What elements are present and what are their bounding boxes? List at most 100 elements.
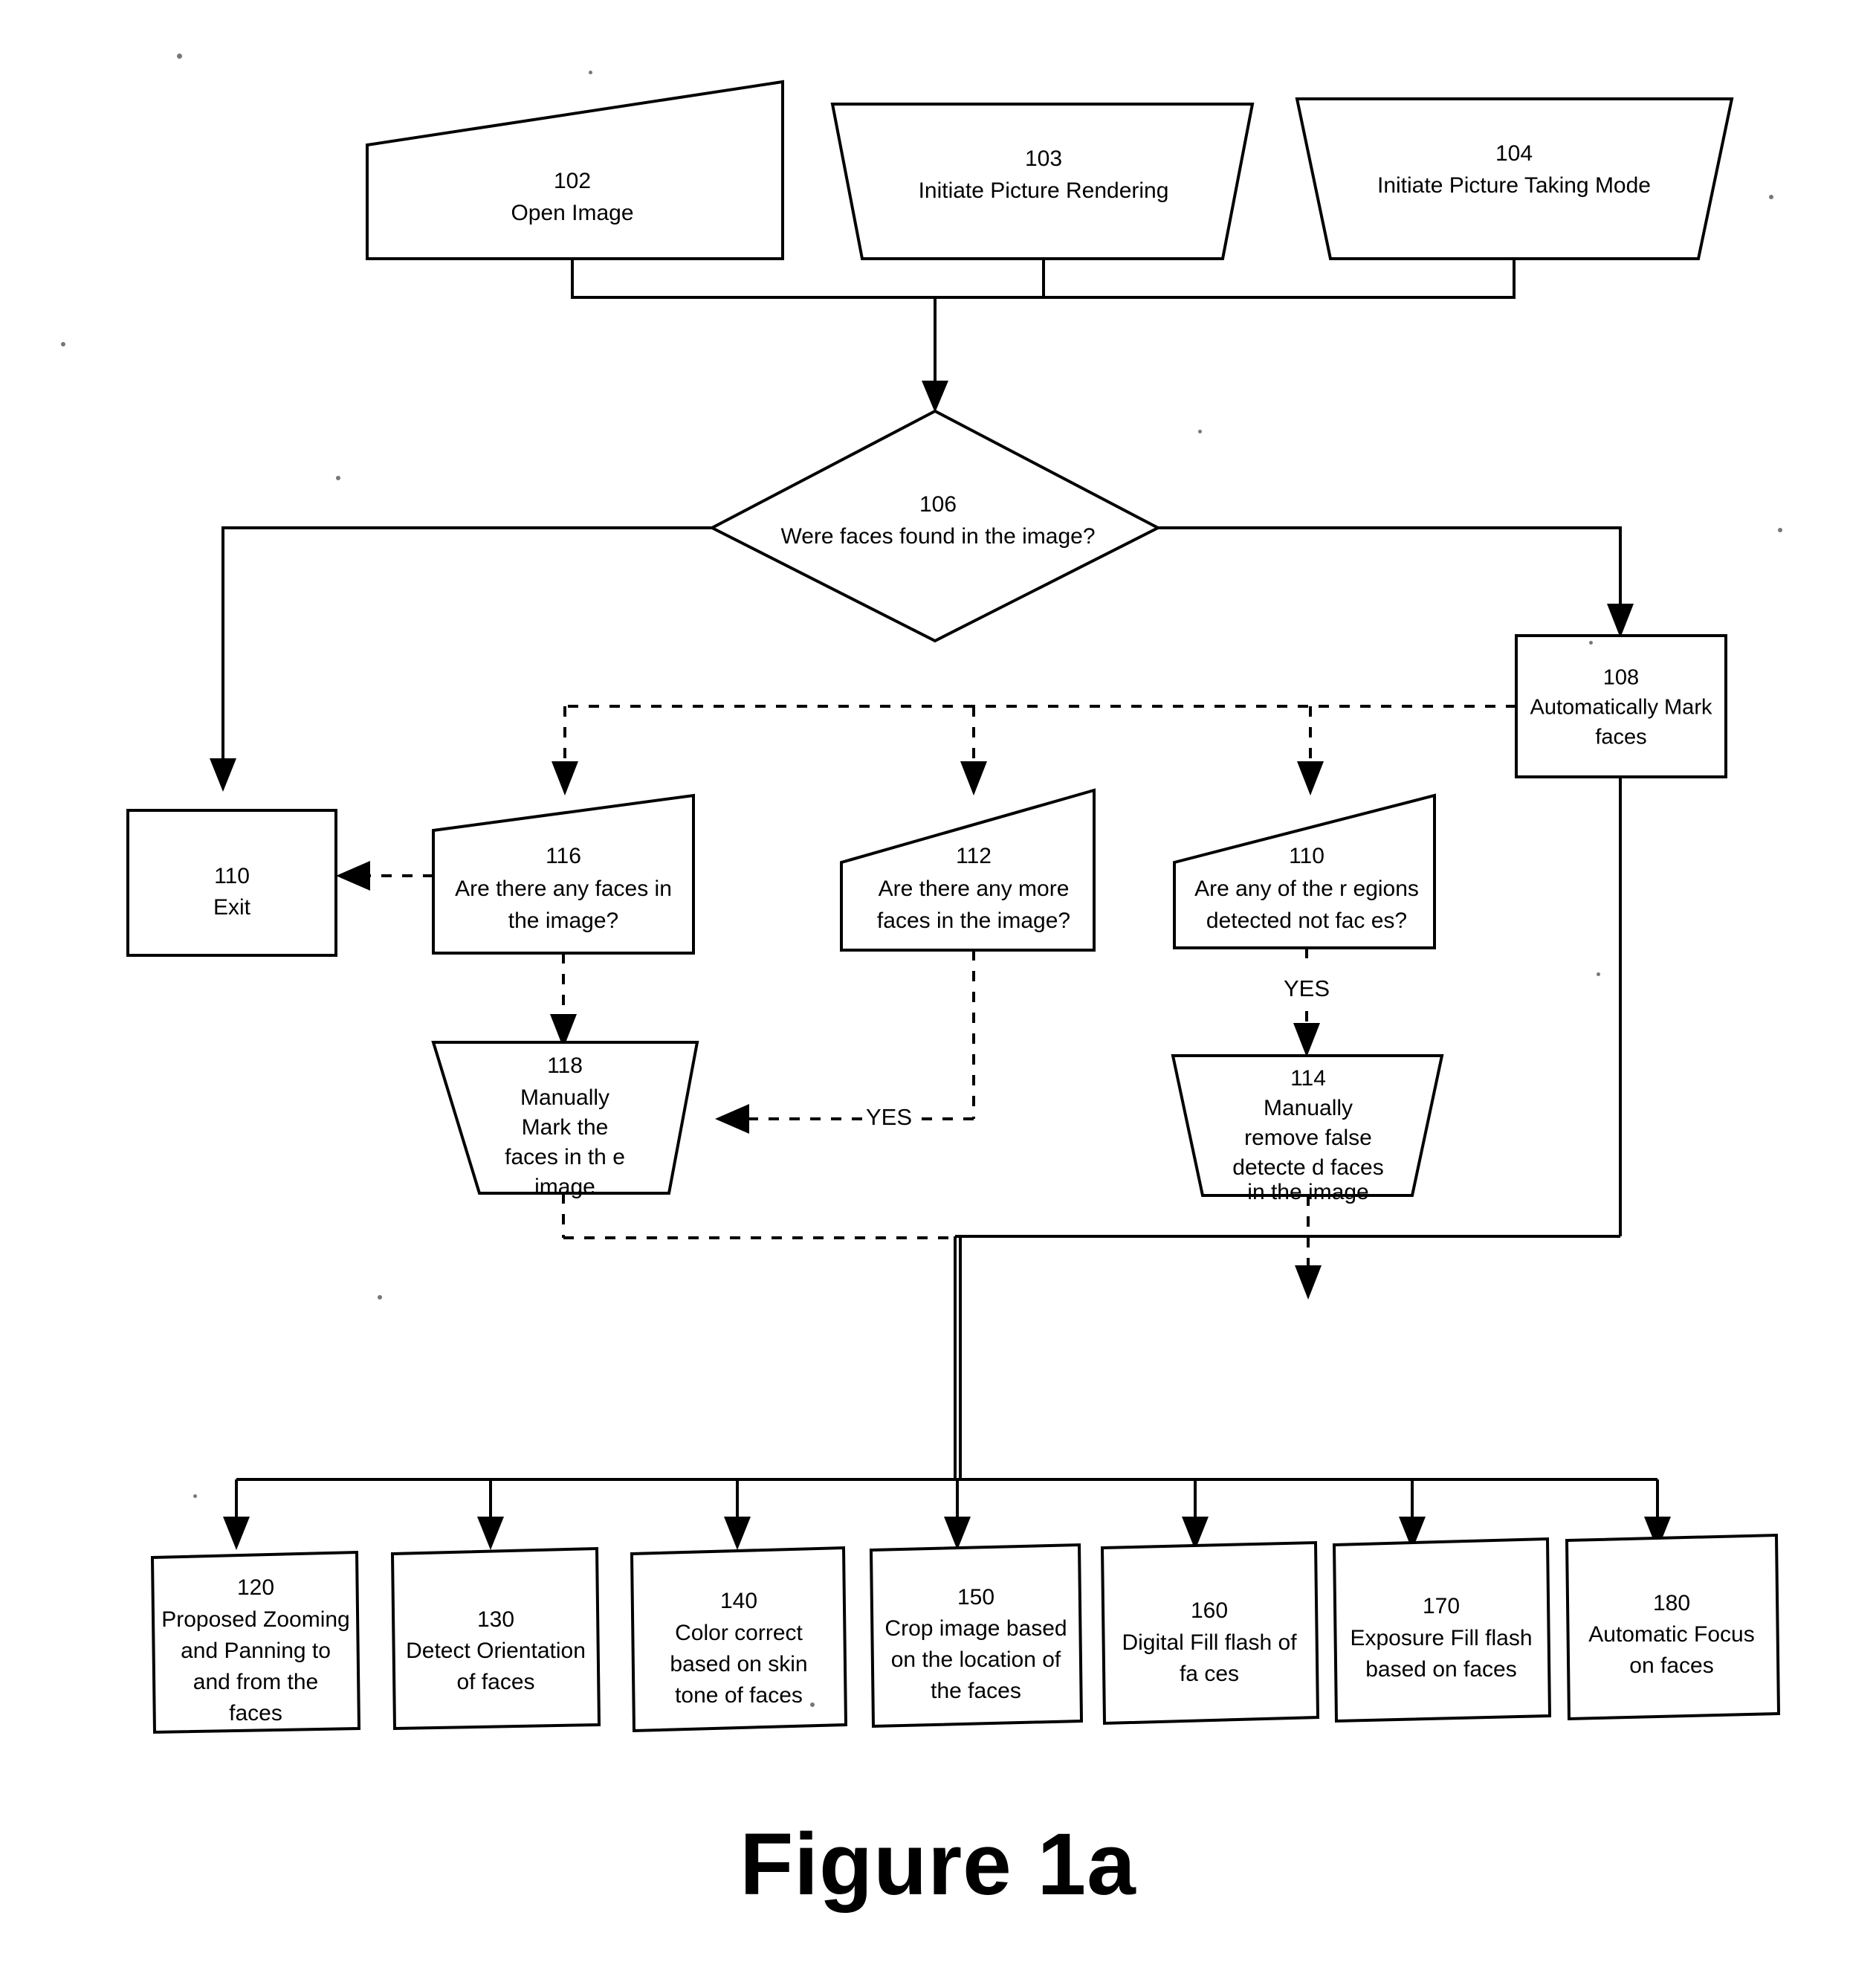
node-140-label-3: tone of faces xyxy=(675,1683,803,1708)
node-140-id: 140 xyxy=(720,1589,757,1613)
node-150-label-2: on the location of xyxy=(891,1647,1061,1672)
node-140-label-2: based on skin xyxy=(670,1652,807,1676)
node-160-label-2: fa ces xyxy=(1180,1662,1239,1686)
node-130-label-2: of faces xyxy=(456,1670,534,1694)
arrowhead-to-130 xyxy=(477,1517,504,1550)
node-150[interactable]: 150 Crop image based on the location of … xyxy=(869,1543,1084,1728)
node-118[interactable]: 118 Manually Mark the faces in th e imag… xyxy=(431,1041,699,1199)
node-114[interactable]: 114 Manually remove false detecte d face… xyxy=(1171,1054,1444,1204)
node-160-label-1: Digital Fill flash of xyxy=(1122,1630,1297,1655)
node-116-id: 116 xyxy=(546,844,581,868)
node-118-id: 118 xyxy=(547,1053,583,1078)
arrowhead-to-120 xyxy=(223,1517,250,1550)
node-102-id: 102 xyxy=(554,169,591,193)
node-170-id: 170 xyxy=(1423,1594,1460,1618)
arrowhead-116-to-110exit xyxy=(336,861,370,891)
node-180-label-2: on faces xyxy=(1629,1653,1713,1678)
connector-116-to-110exit xyxy=(336,861,433,891)
figure-caption: Figure 1a xyxy=(740,1815,1136,1914)
node-106[interactable]: 106 Were faces found in the image? xyxy=(708,409,1162,643)
node-114-label-1: Manually xyxy=(1264,1096,1353,1120)
connector-108-distribution-bus xyxy=(552,705,1516,795)
node-160-id: 160 xyxy=(1191,1598,1228,1623)
node-104-label: Initiate Picture Taking Mode xyxy=(1377,173,1651,198)
node-170-label-2: based on faces xyxy=(1365,1657,1516,1682)
node-150-id: 150 xyxy=(957,1585,994,1610)
scan-speck xyxy=(61,342,65,346)
node-110-regions-id: 110 xyxy=(1289,844,1324,868)
node-130[interactable]: 130 Detect Orientation of faces xyxy=(390,1546,601,1731)
arrowhead-to-112 xyxy=(960,761,987,795)
node-110-regions-label-2: detected not fac es? xyxy=(1206,908,1407,933)
connector-110regions-to-114: YES xyxy=(1284,948,1330,1057)
node-130-label-1: Detect Orientation xyxy=(406,1639,586,1663)
scan-speck xyxy=(810,1702,815,1707)
edge-label-yes-112: YES xyxy=(866,1104,912,1130)
node-103[interactable]: 103 Initiate Picture Rendering xyxy=(830,103,1255,260)
node-120-label-3: and from the xyxy=(193,1670,318,1694)
node-160[interactable]: 160 Digital Fill flash of fa ces xyxy=(1100,1540,1320,1726)
node-103-label: Initiate Picture Rendering xyxy=(919,178,1169,203)
node-170-label-1: Exposure Fill flash xyxy=(1350,1626,1532,1650)
node-104-id: 104 xyxy=(1495,141,1533,166)
node-108-label-2: faces xyxy=(1595,726,1646,749)
connector-114-to-merge xyxy=(1295,1195,1322,1300)
scan-speck xyxy=(589,71,592,74)
node-120[interactable]: 120 Proposed Zooming and Panning to and … xyxy=(150,1550,361,1734)
node-102[interactable]: 102 Open Image xyxy=(366,80,784,260)
arrowhead-to-140 xyxy=(724,1517,751,1550)
node-110-exit[interactable]: 110 Exit xyxy=(126,809,337,957)
node-116-label-1: Are there any faces in xyxy=(455,877,672,901)
connector-top-row-bus xyxy=(571,259,1516,413)
node-106-id: 106 xyxy=(919,492,957,517)
node-118-label-3: faces in th e xyxy=(505,1145,625,1169)
node-116[interactable]: 116 Are there any faces in the image? xyxy=(432,793,695,955)
scan-speck xyxy=(378,1295,382,1300)
connector-112-to-118: YES xyxy=(715,950,975,1134)
arrowhead-to-110exit xyxy=(210,758,236,792)
scan-speck xyxy=(1198,430,1202,433)
arrowhead-to-108 xyxy=(1607,604,1634,638)
node-104[interactable]: 104 Initiate Picture Taking Mode xyxy=(1295,97,1734,260)
scan-speck xyxy=(1769,195,1773,199)
node-120-label-1: Proposed Zooming xyxy=(161,1607,349,1632)
arrowhead-to-110regions xyxy=(1297,761,1324,795)
node-140-label-1: Color correct xyxy=(675,1621,803,1645)
node-108-id: 108 xyxy=(1603,666,1639,690)
scan-speck xyxy=(1597,972,1600,976)
scan-speck xyxy=(336,476,340,480)
node-170[interactable]: 170 Exposure Fill flash based on faces xyxy=(1332,1537,1552,1723)
node-108[interactable]: 108 Automatically Mark faces xyxy=(1515,634,1727,778)
arrowhead-110regions-to-114 xyxy=(1293,1023,1320,1057)
node-130-id: 130 xyxy=(477,1607,514,1632)
scan-speck xyxy=(177,54,182,59)
node-108-label-1: Automatically Mark xyxy=(1530,696,1712,720)
scan-speck xyxy=(1589,641,1593,645)
node-114-label-2: remove false xyxy=(1244,1126,1372,1150)
node-118-label-1: Manually xyxy=(520,1085,609,1110)
node-110-regions-label-1: Are any of the r egions xyxy=(1194,877,1419,901)
node-110-exit-label: Exit xyxy=(213,895,251,920)
node-112[interactable]: 112 Are there any more faces in the imag… xyxy=(840,788,1096,952)
connector-118-to-merge xyxy=(562,1193,955,1239)
node-150-label-3: the faces xyxy=(931,1679,1021,1703)
edge-label-yes-110: YES xyxy=(1284,975,1330,1001)
scan-speck xyxy=(193,1494,197,1498)
node-112-label-1: Are there any more xyxy=(879,877,1070,901)
connector-bottom-bus xyxy=(223,1478,1671,1550)
connector-116-to-118 xyxy=(550,953,577,1048)
node-116-label-2: the image? xyxy=(508,908,618,933)
node-106-label: Were faces found in the image? xyxy=(780,524,1095,549)
connector-106-to-110exit xyxy=(210,526,712,792)
arrowhead-to-150 xyxy=(944,1517,971,1550)
node-120-label-4: faces xyxy=(229,1701,282,1726)
node-180-id: 180 xyxy=(1653,1591,1690,1615)
node-150-label-1: Crop image based xyxy=(884,1616,1067,1641)
node-114-id: 114 xyxy=(1290,1066,1326,1091)
arrowhead-114-to-merge xyxy=(1295,1265,1322,1300)
node-110-regions[interactable]: 110 Are any of the r egions detected not… xyxy=(1173,793,1436,949)
flowchart-canvas: 102 Open Image 103 Initiate Picture Rend… xyxy=(126,80,1781,1734)
node-180[interactable]: 180 Automatic Focus on faces xyxy=(1565,1533,1781,1721)
arrowhead-to-116 xyxy=(552,761,578,795)
node-120-label-2: and Panning to xyxy=(181,1639,331,1663)
